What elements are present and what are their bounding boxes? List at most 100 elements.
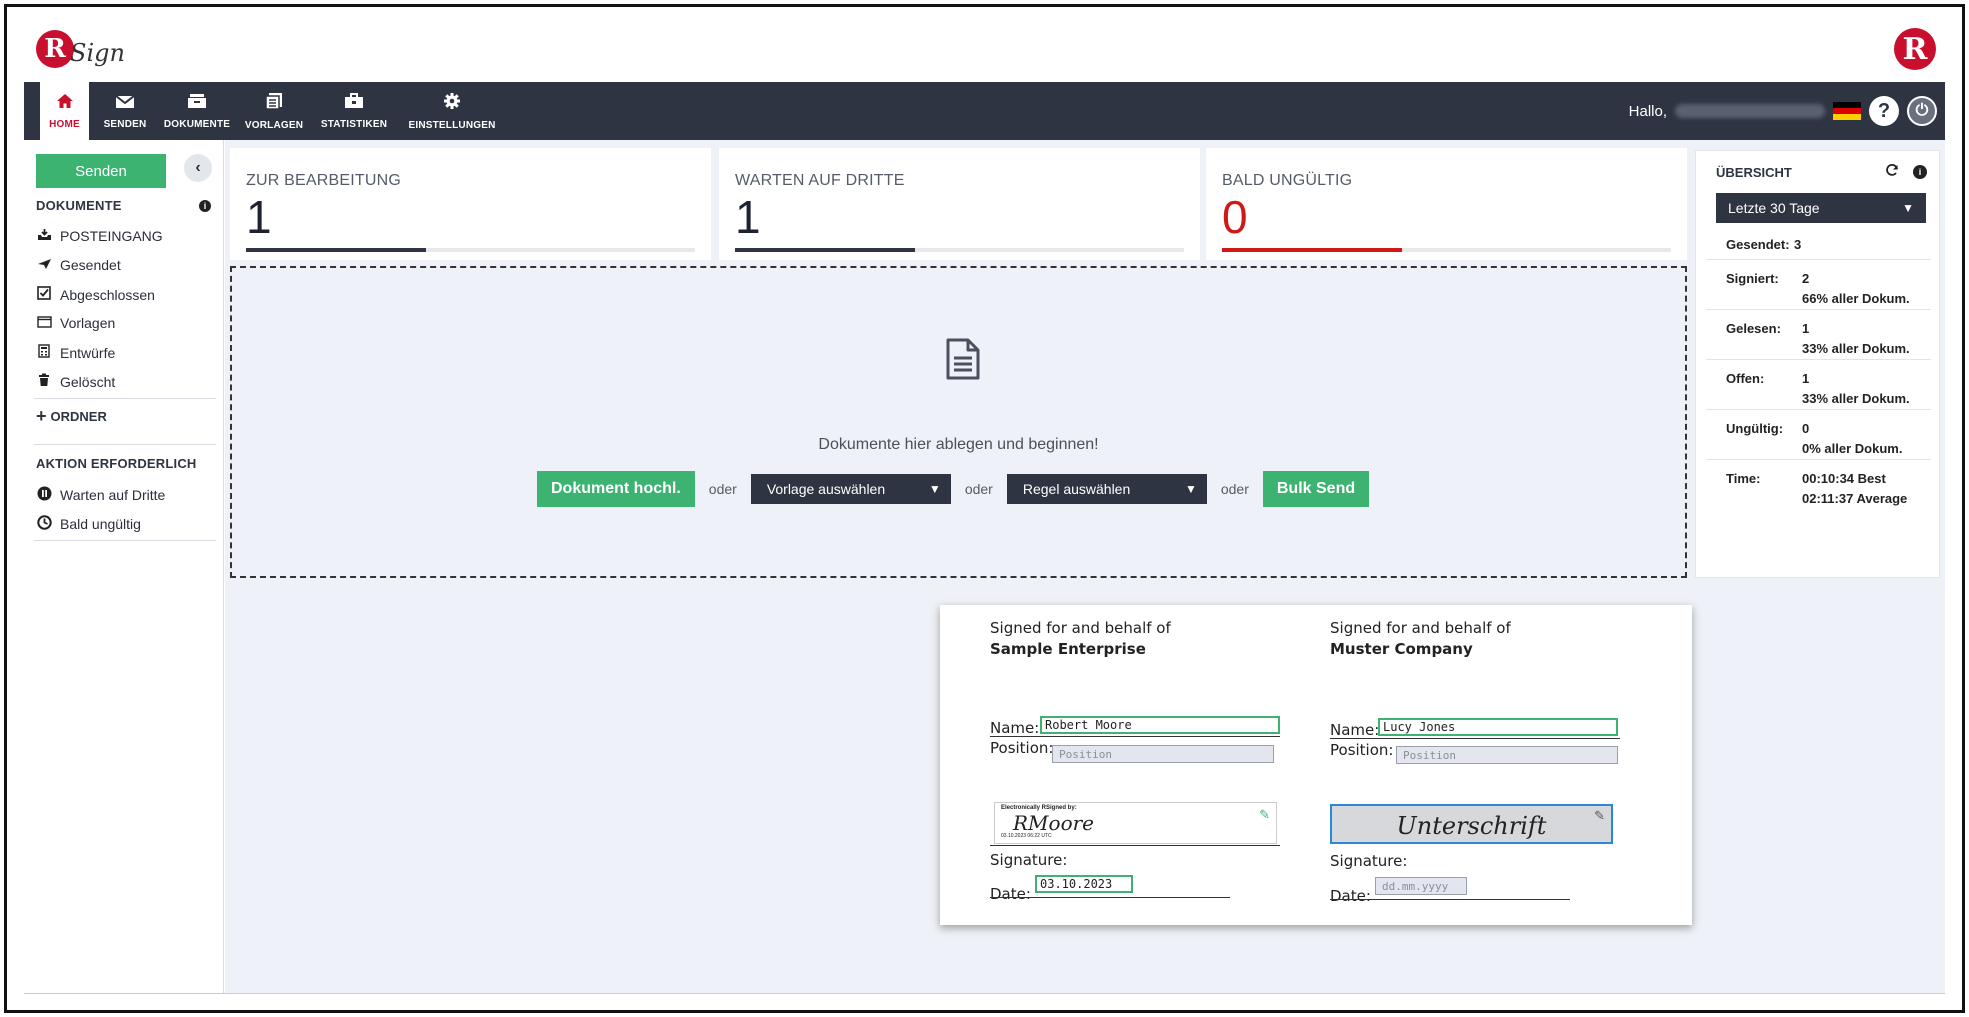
overview-percent: 33% aller Dokum. <box>1802 391 1910 406</box>
period-select[interactable]: Letzte 30 Tage ▼ <box>1716 193 1926 223</box>
info-icon[interactable]: i <box>1913 165 1927 179</box>
sidebar-item-vorlagen[interactable]: Vorlagen <box>36 315 115 331</box>
overview-percent: 33% aller Dokum. <box>1802 341 1910 356</box>
archive-icon <box>187 93 207 113</box>
signature-box-pending[interactable]: Unterschrift ✎ <box>1330 804 1613 844</box>
signature-box-signed[interactable]: Electronically RSigned by: RMoore 03.10.… <box>994 802 1277 844</box>
plus-icon: + <box>36 406 47 426</box>
edit-icon[interactable]: ✎ <box>1259 807 1270 823</box>
upload-document-button[interactable]: Dokument hochl. <box>537 471 695 507</box>
sidebar: Senden ‹ DOKUMENTE i POSTEINGANG Gesende… <box>24 140 224 993</box>
nav-home[interactable]: HOME <box>32 82 89 140</box>
or-separator: oder <box>964 481 993 497</box>
overview-invalid-row: Ungültig: 0 0% aller Dokum. <box>1706 421 1931 461</box>
window-icon <box>36 315 52 331</box>
sidebar-item-label: Gesendet <box>60 257 121 273</box>
stat-progress-fill <box>246 248 426 252</box>
date-field[interactable]: dd.mm.yyyy <box>1375 877 1467 895</box>
envelope-icon <box>115 93 135 113</box>
sidebar-item-label: Abgeschlossen <box>60 286 155 303</box>
stat-progress-track <box>735 248 1184 252</box>
template-select[interactable]: Vorlage auswählen ▼ <box>750 474 951 504</box>
sidebar-item-label: POSTEINGANG <box>60 228 163 244</box>
nav-senden-label: SENDEN <box>103 118 147 130</box>
trash-icon <box>36 373 52 390</box>
home-icon <box>56 93 74 113</box>
overview-key: Ungültig: <box>1726 421 1784 436</box>
nav-einstellungen[interactable]: EINSTELLUNGEN <box>400 82 504 140</box>
sidebar-item-geloescht[interactable]: Gelöscht <box>36 373 115 390</box>
nav-statistiken[interactable]: STATISTIKEN <box>312 82 396 140</box>
power-button[interactable]: ⏻ <box>1907 96 1937 126</box>
inbox-icon <box>36 228 52 244</box>
signed-for-text: Signed for and behalf of <box>1330 619 1511 637</box>
stat-progress-track <box>246 248 695 252</box>
refresh-icon[interactable] <box>1885 163 1899 181</box>
position-field[interactable]: Position <box>1396 746 1618 764</box>
nav-dokumente[interactable]: DOKUMENTE <box>158 82 236 140</box>
sidebar-item-warten-auf-dritte[interactable]: Warten auf Dritte <box>36 486 165 504</box>
stat-label: ZUR BEARBEITUNG <box>246 172 402 189</box>
stat-card-warten-auf-dritte[interactable]: WARTEN AUF DRITTE 1 <box>719 148 1200 260</box>
signature-document-preview: Signed for and behalf of Sample Enterpri… <box>940 605 1692 925</box>
overview-key: Offen: <box>1726 371 1765 386</box>
folder-label: ORDNER <box>50 408 107 424</box>
rsign-logo[interactable]: R Sign <box>36 30 125 68</box>
name-underline <box>1330 738 1620 739</box>
overview-divider <box>1706 409 1931 410</box>
signer-block-right: Signed for and behalf of Muster Company … <box>1330 605 1660 925</box>
stat-value: 1 <box>246 191 272 243</box>
main-navbar: HOME SENDEN DOKUMENTE VORLAGEN STATISTIK… <box>24 82 1945 140</box>
nav-vorlagen[interactable]: VORLAGEN <box>240 82 308 140</box>
sidebar-item-label: Vorlagen <box>60 315 116 331</box>
sidebar-divider <box>34 444 216 445</box>
sign-wordmark: Sign <box>70 39 125 67</box>
paper-plane-icon <box>36 258 52 273</box>
name-field-filled[interactable]: Lucy Jones <box>1378 718 1618 736</box>
pause-icon <box>36 486 52 504</box>
or-separator: oder <box>708 481 737 497</box>
overview-divider <box>1706 309 1931 310</box>
template-select-value: Vorlage auswählen <box>766 481 886 497</box>
stat-card-zur-bearbeitung[interactable]: ZUR BEARBEITUNG 1 <box>230 148 711 260</box>
greeting-text: Hallo, <box>1628 102 1667 120</box>
nav-senden[interactable]: SENDEN <box>92 82 158 140</box>
document-dropzone[interactable]: Dokumente hier ablegen und beginnen! Dok… <box>230 266 1687 578</box>
overview-open-row: Offen: 1 33% aller Dokum. <box>1706 371 1931 411</box>
german-flag-icon[interactable] <box>1833 102 1861 120</box>
nav-statistiken-label: STATISTIKEN <box>320 118 388 130</box>
sidebar-item-posteingang[interactable]: POSTEINGANG <box>36 228 163 244</box>
r-logo-badge-right: R <box>1894 28 1936 70</box>
signature-script: RMoore <box>1013 811 1095 835</box>
stat-label: BALD UNGÜLTIG <box>1222 172 1353 189</box>
overview-time-average: 02:11:37 Average <box>1802 491 1908 506</box>
info-icon[interactable]: i <box>199 200 211 212</box>
overview-toolbar: i <box>1885 163 1927 181</box>
overview-value: 3 <box>1794 237 1802 252</box>
send-button[interactable]: Senden <box>36 154 166 188</box>
overview-read-row: Gelesen: 1 33% aller Dokum. <box>1706 321 1931 361</box>
help-button[interactable]: ? <box>1869 96 1899 126</box>
chevron-down-icon: ▼ <box>1902 201 1914 215</box>
date-underline <box>1330 899 1570 900</box>
sidebar-item-label: Bald ungültig <box>60 516 141 532</box>
overview-count: 0 <box>1802 421 1810 436</box>
or-separator: oder <box>1220 481 1249 497</box>
user-area: Hallo, ? ⏻ <box>1629 82 1937 140</box>
sidebar-item-abgeschlossen[interactable]: Abgeschlossen <box>36 286 155 303</box>
rule-select[interactable]: Regel auswählen ▼ <box>1006 474 1207 504</box>
name-field-filled[interactable]: Robert Moore <box>1040 716 1280 734</box>
bulk-send-button[interactable]: Bulk Send <box>1262 471 1370 507</box>
position-field[interactable]: Position <box>1052 745 1274 763</box>
add-folder-button[interactable]: + ORDNER <box>36 406 107 426</box>
calculator-icon <box>36 344 52 361</box>
date-field-filled[interactable]: 03.10.2023 <box>1035 875 1133 893</box>
edit-icon[interactable]: ✎ <box>1594 808 1605 824</box>
sidebar-item-gesendet[interactable]: Gesendet <box>36 257 121 273</box>
sidebar-item-bald-ungueltig[interactable]: Bald ungültig <box>36 515 141 533</box>
collapse-sidebar-button[interactable]: ‹ <box>184 154 212 182</box>
sidebar-item-entwuerfe[interactable]: Entwürfe <box>36 344 115 361</box>
position-label: Position: <box>990 739 1054 757</box>
sidebar-divider <box>34 398 216 399</box>
stat-card-bald-ungueltig[interactable]: BALD UNGÜLTIG 0 <box>1206 148 1687 260</box>
